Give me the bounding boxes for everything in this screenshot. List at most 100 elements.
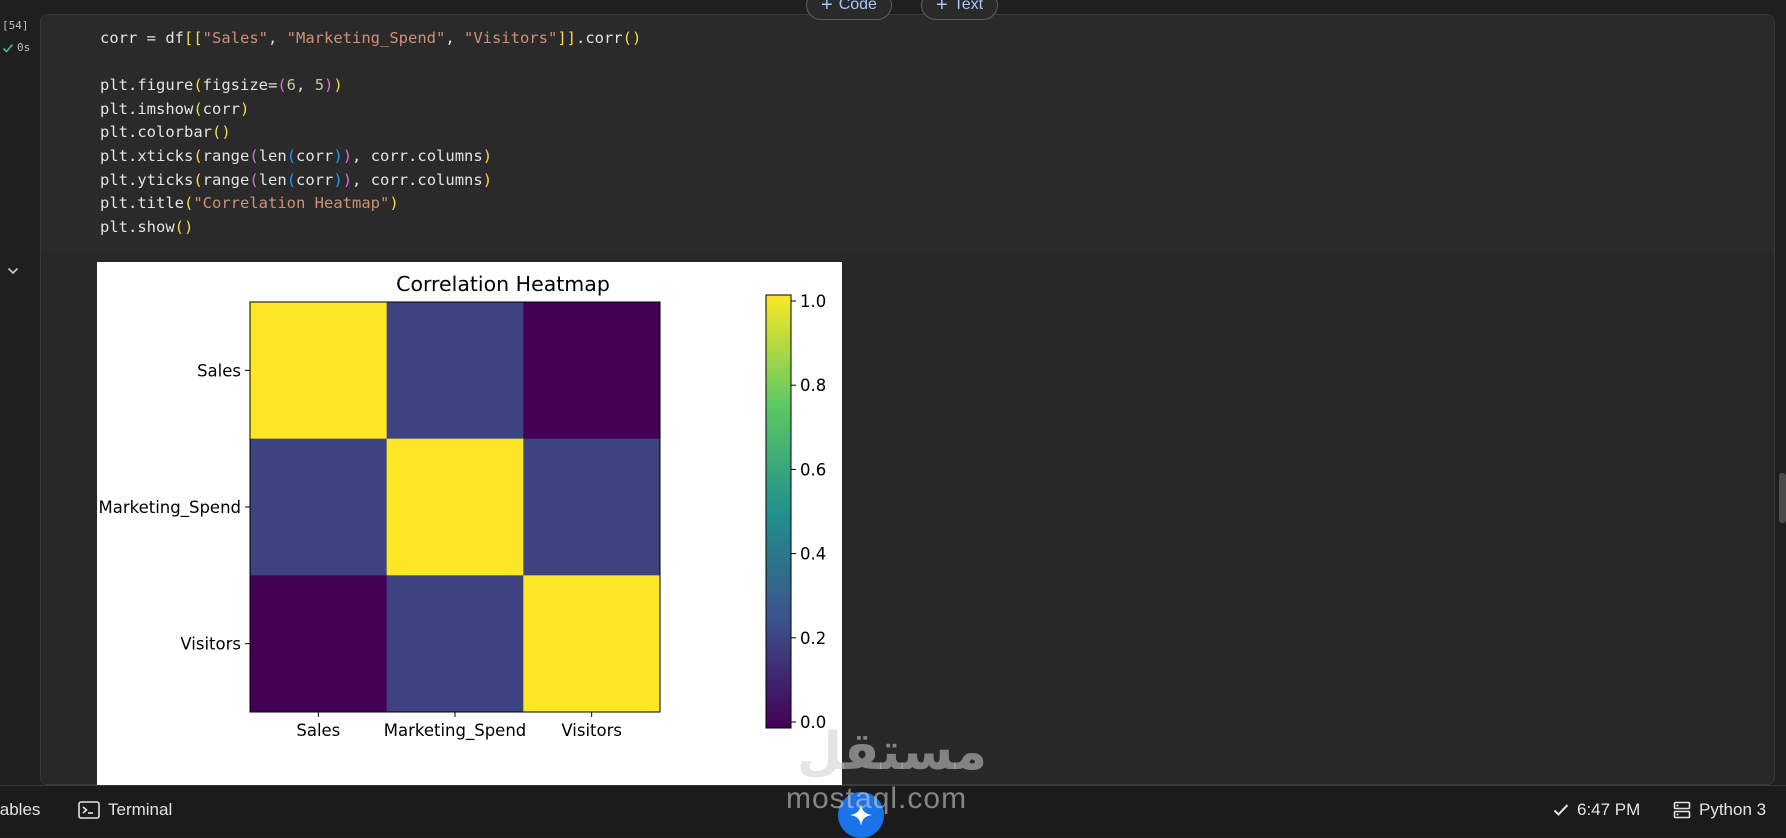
code-token: ) (333, 146, 343, 165)
code-token: "Sales" (202, 29, 268, 47)
y-tick-label: Marketing_Spend (98, 498, 241, 518)
terminal-label: Terminal (108, 800, 173, 819)
heatmap-cell (250, 575, 388, 713)
code-token: range (202, 146, 250, 165)
heatmap-cell (386, 302, 524, 440)
code-token: , (445, 29, 464, 47)
code-text[interactable]: corr = df[["Sales", "Marketing_Spend", "… (100, 27, 641, 239)
code-token: ) (324, 76, 334, 95)
code-token: corr = df (100, 29, 184, 47)
gemini-icon[interactable] (838, 792, 884, 838)
execution-count: [54] (2, 19, 29, 32)
code-token: range (202, 170, 250, 189)
colorbar (765, 294, 792, 729)
chevron-down-icon[interactable] (6, 264, 20, 278)
heatmap-cell (523, 575, 661, 713)
x-tick-label: Marketing_Spend (384, 721, 527, 741)
code-token: ( (249, 170, 259, 189)
plus-icon: + (936, 0, 948, 16)
code-token: ( (184, 194, 194, 213)
x-tick-label: Sales (296, 721, 340, 740)
add-text-label: Text (953, 0, 984, 13)
scrollbar-thumb[interactable] (1779, 473, 1786, 523)
chart-title: Correlation Heatmap (396, 272, 610, 296)
code-token: , (268, 29, 287, 47)
code-token: ( (249, 146, 259, 165)
heatmap-svg: Correlation Heatmap Sales Marketing_Spend… (98, 272, 826, 741)
cell-gutter: [54] 0s (0, 0, 40, 785)
heatmap-cell (250, 438, 388, 576)
colorbar-tick-label: 0.4 (800, 545, 826, 564)
code-token: plt.show (100, 217, 175, 236)
code-token: plt.figure (100, 76, 194, 95)
variables-label: iables (0, 800, 41, 819)
code-token: () (622, 29, 642, 47)
runtime-text: Python 3 (1699, 800, 1767, 819)
heatmap-plot: Correlation Heatmap Sales Marketing_Spend… (97, 262, 842, 785)
terminal-icon (78, 801, 100, 819)
code-token: ) (333, 76, 343, 95)
code-token: 5 (314, 76, 325, 95)
code-token: () (211, 123, 231, 142)
code-token: ( (286, 146, 297, 165)
heatmap-cell (523, 302, 661, 440)
code-token: ) (482, 146, 493, 165)
code-token: ( (193, 99, 203, 118)
code-token: ) (389, 194, 399, 213)
heatmap-cell (386, 575, 524, 713)
code-token: ( (286, 170, 297, 189)
sparkle-icon (850, 804, 872, 826)
code-token: ( (193, 76, 203, 95)
code-token: plt.imshow (100, 99, 194, 118)
code-token: plt.colorbar (100, 123, 212, 142)
runtime-selector[interactable]: Python 3 (1673, 800, 1766, 820)
code-token: ) (342, 170, 353, 189)
colorbar-tick-label: 0.6 (800, 460, 826, 479)
code-token: ) (333, 170, 343, 189)
code-token: plt.title (100, 194, 184, 213)
code-token: corr (202, 99, 240, 118)
add-text-button[interactable]: + Text (921, 0, 999, 20)
code-token: 6 (286, 76, 297, 95)
terminal-tab[interactable]: Terminal (78, 800, 172, 820)
code-token: ( (193, 170, 203, 189)
colorbar-tick-label: 0.0 (800, 713, 826, 732)
colorbar-tick-label: 1.0 (800, 292, 826, 311)
colorbar-tick-label: 0.2 (800, 629, 826, 648)
code-token: "Marketing_Spend" (286, 29, 446, 47)
x-tick-label: Visitors (561, 721, 622, 740)
code-token: figsize= (202, 76, 278, 95)
add-code-button[interactable]: + Code (806, 0, 892, 20)
code-token: ]] (557, 29, 576, 47)
code-token: , corr.columns (352, 146, 483, 165)
code-token: corr (296, 170, 334, 189)
code-token: ) (482, 170, 493, 189)
check-icon (1553, 804, 1569, 816)
code-token: corr (296, 146, 334, 165)
code-token: .corr (575, 29, 623, 47)
code-token: ) (240, 99, 250, 118)
code-editor[interactable]: corr = df[["Sales", "Marketing_Spend", "… (41, 15, 1774, 254)
code-token: plt.xticks (100, 146, 194, 165)
y-tick-label: Visitors (180, 635, 241, 654)
heatmap-cell (523, 438, 661, 576)
variables-tab[interactable]: iables (0, 800, 40, 820)
colorbar-tick-label: 0.8 (800, 376, 826, 395)
check-icon (2, 43, 14, 53)
y-tick-label: Sales (197, 361, 241, 380)
server-icon (1673, 801, 1691, 819)
code-token: ) (342, 146, 353, 165)
heatmap-cell (250, 302, 388, 440)
code-token: [[ (184, 29, 203, 47)
connection-status[interactable]: 6:47 PM (1553, 800, 1640, 820)
execution-time: 0s (17, 41, 31, 54)
code-token: len (258, 146, 287, 165)
code-token: , (296, 76, 315, 95)
code-token: , corr.columns (352, 170, 483, 189)
code-token: plt.yticks (100, 170, 194, 189)
bottom-status-bar: iables Terminal 6:47 PM Python 3 (0, 785, 1786, 837)
plus-icon: + (821, 0, 833, 16)
status-time-text: 6:47 PM (1577, 800, 1641, 819)
code-token: "Correlation Heatmap" (193, 194, 390, 213)
heatmap-cell (386, 438, 524, 576)
